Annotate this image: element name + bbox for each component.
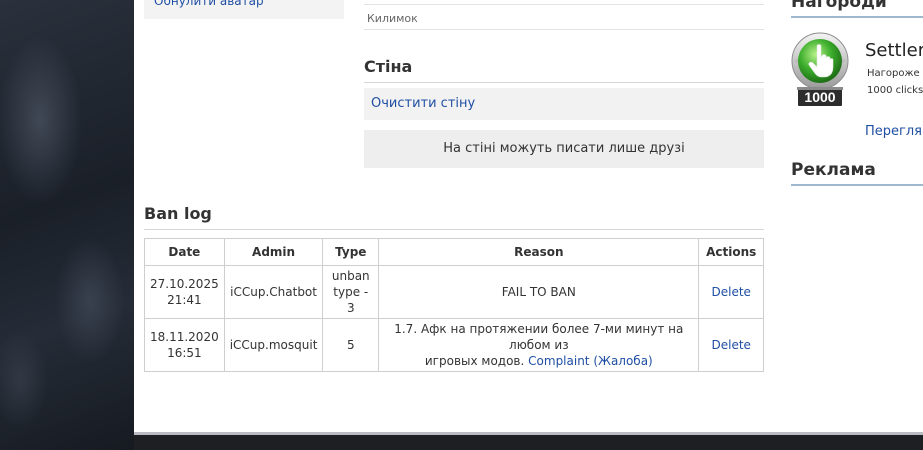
- ban-time: 16:51: [167, 346, 202, 360]
- column-header-type: Type: [322, 238, 380, 266]
- ban-reason: FAIL TO BAN: [378, 265, 700, 319]
- wall-title: Стіна: [364, 57, 764, 83]
- ban-reason: 1.7. Афк на протяжении более 7-ми минут …: [394, 322, 684, 352]
- ban-date: 18.11.2020: [150, 330, 219, 344]
- ban-date-cell: 27.10.2025 21:41: [144, 265, 225, 319]
- ban-type-cell: unban type - 3: [322, 265, 380, 319]
- wall-notice: На стіні можуть писати лише друзі: [364, 130, 764, 168]
- table-row: 18.11.2020 16:51 iCCup.mosquit 5 1.7. Аф…: [144, 318, 764, 372]
- award-badge[interactable]: 1000: [791, 32, 853, 108]
- ban-type: unban: [331, 269, 370, 283]
- ban-admin: iCCup.mosquit: [223, 318, 324, 372]
- ban-date-cell: 18.11.2020 16:51: [144, 318, 225, 372]
- page-footer: [134, 432, 923, 450]
- ban-type-detail: type - 3: [333, 285, 369, 315]
- column-header-admin: Admin: [223, 238, 324, 266]
- ban-log-table: Date Admin Type Reason Actions 27.10.202…: [144, 238, 764, 372]
- award-description: 1000 clicks: [867, 85, 923, 96]
- table-row: 27.10.2025 21:41 iCCup.Chatbot unban typ…: [144, 265, 764, 319]
- ban-reason-continued: игровых модов.: [424, 354, 525, 368]
- complaint-link[interactable]: Complaint (Жалоба): [528, 354, 653, 368]
- clear-wall-panel: Очистити стіну: [364, 88, 764, 120]
- avatar-panel: Обнулити аватар: [144, 0, 344, 19]
- ban-reason-cell: 1.7. Афк на протяжении более 7-ми минут …: [378, 318, 700, 372]
- column-header-actions: Actions: [698, 238, 764, 266]
- badge-number: 1000: [804, 89, 835, 105]
- table-header-row: Date Admin Type Reason Actions: [144, 238, 764, 266]
- clear-wall-link[interactable]: Очистити стіну: [371, 96, 475, 111]
- reset-avatar-link[interactable]: Обнулити аватар: [154, 0, 264, 8]
- ban-log-title: Ban log: [144, 204, 764, 230]
- ban-admin: iCCup.Chatbot: [223, 265, 324, 319]
- awards-title: Нагороди: [791, 0, 923, 18]
- award-awarded-text: Нагороже: [867, 68, 920, 79]
- ban-action-cell: Delete: [698, 318, 764, 372]
- ban-date: 27.10.2025: [150, 277, 219, 291]
- background-artwork: [0, 0, 134, 450]
- profile-content: Обнулити аватар Килимок Стіна Очистити с…: [134, 0, 923, 432]
- ban-action-cell: Delete: [698, 265, 764, 319]
- column-header-reason: Reason: [378, 238, 700, 266]
- view-awards-link[interactable]: Переглян: [865, 124, 923, 139]
- delete-link[interactable]: Delete: [712, 285, 751, 299]
- ban-time: 21:41: [167, 293, 202, 307]
- hand-click-icon: 1000: [791, 32, 849, 106]
- profile-field-label: Килимок: [364, 4, 764, 30]
- delete-link[interactable]: Delete: [712, 338, 751, 352]
- award-name: Settler: [865, 40, 923, 61]
- ban-type: 5: [322, 318, 380, 372]
- column-header-date: Date: [144, 238, 225, 266]
- ads-title: Реклама: [791, 160, 923, 186]
